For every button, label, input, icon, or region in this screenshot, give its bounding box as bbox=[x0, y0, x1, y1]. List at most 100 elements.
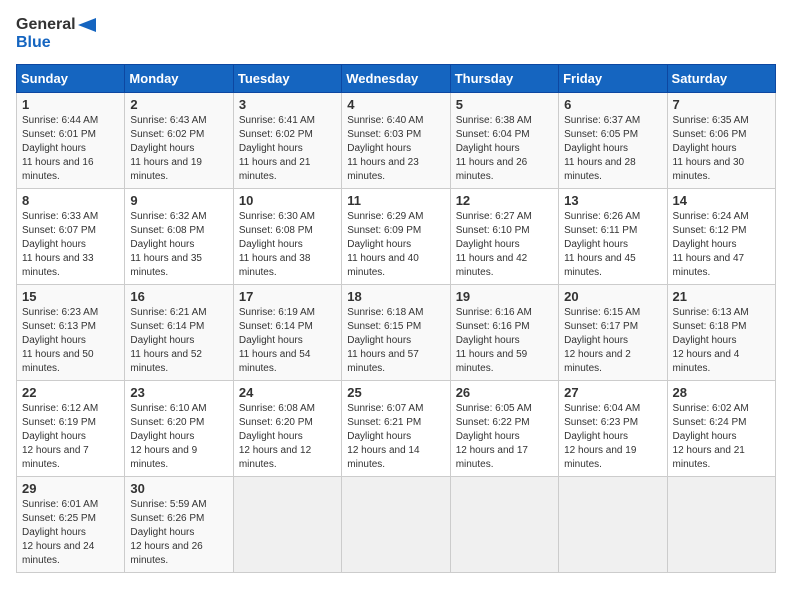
cell-content: Sunrise: 6:37 AMSunset: 6:05 PMDaylight … bbox=[564, 114, 661, 184]
day-number: 14 bbox=[673, 193, 770, 208]
cell-content: Sunrise: 6:43 AMSunset: 6:02 PMDaylight … bbox=[130, 114, 227, 184]
day-number: 3 bbox=[239, 97, 336, 112]
day-number: 28 bbox=[673, 385, 770, 400]
calendar-cell bbox=[342, 477, 450, 573]
calendar-cell: 7 Sunrise: 6:35 AMSunset: 6:06 PMDaylight… bbox=[667, 93, 775, 189]
day-header-friday: Friday bbox=[559, 65, 667, 93]
calendar-cell: 17Sunrise: 6:19 AMSunset: 6:14 PMDayligh… bbox=[233, 285, 341, 381]
cell-content: Sunrise: 6:27 AMSunset: 6:10 PMDaylight … bbox=[456, 210, 553, 280]
cell-content: Sunrise: 6:15 AMSunset: 6:17 PMDaylight … bbox=[564, 306, 661, 376]
calendar-table: SundayMondayTuesdayWednesdayThursdayFrid… bbox=[16, 64, 776, 573]
cell-content: Sunrise: 6:29 AMSunset: 6:09 PMDaylight … bbox=[347, 210, 444, 280]
logo-wrap: General Blue bbox=[16, 16, 96, 52]
logo-bird-icon bbox=[78, 18, 96, 32]
calendar-cell: 22Sunrise: 6:12 AMSunset: 6:19 PMDayligh… bbox=[17, 381, 125, 477]
calendar-week-3: 15 Sunrise: 6:23 AMSunset: 6:13 PMDayligh… bbox=[17, 285, 776, 381]
cell-content: Sunrise: 6:41 AMSunset: 6:02 PMDaylight … bbox=[239, 114, 336, 184]
day-number: 15 bbox=[22, 289, 119, 304]
day-header-thursday: Thursday bbox=[450, 65, 558, 93]
cell-content: Sunrise: 6:44 AMSunset: 6:01 PMDaylight … bbox=[22, 114, 119, 184]
calendar-cell: 16 Sunrise: 6:21 AMSunset: 6:14 PMDayligh… bbox=[125, 285, 233, 381]
day-number: 11 bbox=[347, 193, 444, 208]
cell-content: Sunrise: 6:07 AMSunset: 6:21 PMDaylight … bbox=[347, 402, 444, 472]
cell-content: Sunrise: 6:21 AMSunset: 6:14 PMDaylight … bbox=[130, 306, 227, 376]
day-number: 12 bbox=[456, 193, 553, 208]
calendar-cell bbox=[559, 477, 667, 573]
cell-content: Sunrise: 6:26 AMSunset: 6:11 PMDaylight … bbox=[564, 210, 661, 280]
day-number: 13 bbox=[564, 193, 661, 208]
day-number: 22 bbox=[22, 385, 119, 400]
calendar-cell: 12 Sunrise: 6:27 AMSunset: 6:10 PMDayligh… bbox=[450, 189, 558, 285]
day-number: 21 bbox=[673, 289, 770, 304]
cell-content: Sunrise: 6:02 AMSunset: 6:24 PMDaylight … bbox=[673, 402, 770, 472]
calendar-cell: 9Sunrise: 6:32 AMSunset: 6:08 PMDaylight… bbox=[125, 189, 233, 285]
cell-content: Sunrise: 5:59 AMSunset: 6:26 PMDaylight … bbox=[130, 498, 227, 568]
calendar-cell: 1 Sunrise: 6:44 AMSunset: 6:01 PMDaylight… bbox=[17, 93, 125, 189]
calendar-cell: 2 Sunrise: 6:43 AMSunset: 6:02 PMDaylight… bbox=[125, 93, 233, 189]
calendar-cell: 26 Sunrise: 6:05 AMSunset: 6:22 PMDayligh… bbox=[450, 381, 558, 477]
day-header-tuesday: Tuesday bbox=[233, 65, 341, 93]
day-number: 10 bbox=[239, 193, 336, 208]
day-number: 18 bbox=[347, 289, 444, 304]
calendar-cell bbox=[667, 477, 775, 573]
calendar-cell: 18Sunrise: 6:18 AMSunset: 6:15 PMDayligh… bbox=[342, 285, 450, 381]
day-number: 6 bbox=[564, 97, 661, 112]
calendar-cell: 11 Sunrise: 6:29 AMSunset: 6:09 PMDayligh… bbox=[342, 189, 450, 285]
day-number: 29 bbox=[22, 481, 119, 496]
calendar-cell: 13 Sunrise: 6:26 AMSunset: 6:11 PMDayligh… bbox=[559, 189, 667, 285]
cell-content: Sunrise: 6:24 AMSunset: 6:12 PMDaylight … bbox=[673, 210, 770, 280]
day-number: 26 bbox=[456, 385, 553, 400]
cell-content: Sunrise: 6:30 AMSunset: 6:08 PMDaylight … bbox=[239, 210, 336, 280]
calendar-cell: 20Sunrise: 6:15 AMSunset: 6:17 PMDayligh… bbox=[559, 285, 667, 381]
calendar-cell: 14 Sunrise: 6:24 AMSunset: 6:12 PMDayligh… bbox=[667, 189, 775, 285]
calendar-week-5: 29 Sunrise: 6:01 AMSunset: 6:25 PMDayligh… bbox=[17, 477, 776, 573]
day-number: 5 bbox=[456, 97, 553, 112]
day-number: 16 bbox=[130, 289, 227, 304]
day-header-sunday: Sunday bbox=[17, 65, 125, 93]
cell-content: Sunrise: 6:05 AMSunset: 6:22 PMDaylight … bbox=[456, 402, 553, 472]
logo: General Blue bbox=[16, 16, 96, 52]
calendar-cell: 25 Sunrise: 6:07 AMSunset: 6:21 PMDayligh… bbox=[342, 381, 450, 477]
calendar-cell: 15 Sunrise: 6:23 AMSunset: 6:13 PMDayligh… bbox=[17, 285, 125, 381]
logo-blue: Blue bbox=[16, 34, 51, 52]
cell-content: Sunrise: 6:19 AMSunset: 6:14 PMDaylight … bbox=[239, 306, 336, 376]
day-number: 27 bbox=[564, 385, 661, 400]
calendar-cell bbox=[233, 477, 341, 573]
calendar-cell: 5Sunrise: 6:38 AMSunset: 6:04 PMDaylight… bbox=[450, 93, 558, 189]
calendar-week-2: 8Sunrise: 6:33 AMSunset: 6:07 PMDaylight… bbox=[17, 189, 776, 285]
cell-content: Sunrise: 6:40 AMSunset: 6:03 PMDaylight … bbox=[347, 114, 444, 184]
calendar-cell bbox=[450, 477, 558, 573]
day-number: 8 bbox=[22, 193, 119, 208]
cell-content: Sunrise: 6:35 AMSunset: 6:06 PMDaylight … bbox=[673, 114, 770, 184]
cell-content: Sunrise: 6:23 AMSunset: 6:13 PMDaylight … bbox=[22, 306, 119, 376]
cell-content: Sunrise: 6:16 AMSunset: 6:16 PMDaylight … bbox=[456, 306, 553, 376]
day-number: 7 bbox=[673, 97, 770, 112]
day-number: 24 bbox=[239, 385, 336, 400]
logo-general: General bbox=[16, 16, 76, 34]
cell-content: Sunrise: 6:08 AMSunset: 6:20 PMDaylight … bbox=[239, 402, 336, 472]
calendar-cell: 4Sunrise: 6:40 AMSunset: 6:03 PMDaylight… bbox=[342, 93, 450, 189]
calendar-cell: 6 Sunrise: 6:37 AMSunset: 6:05 PMDaylight… bbox=[559, 93, 667, 189]
day-number: 30 bbox=[130, 481, 227, 496]
cell-content: Sunrise: 6:10 AMSunset: 6:20 PMDaylight … bbox=[130, 402, 227, 472]
day-header-monday: Monday bbox=[125, 65, 233, 93]
calendar-cell: 29 Sunrise: 6:01 AMSunset: 6:25 PMDayligh… bbox=[17, 477, 125, 573]
day-number: 19 bbox=[456, 289, 553, 304]
calendar-week-1: 1 Sunrise: 6:44 AMSunset: 6:01 PMDaylight… bbox=[17, 93, 776, 189]
day-number: 1 bbox=[22, 97, 119, 112]
calendar-cell: 21 Sunrise: 6:13 AMSunset: 6:18 PMDayligh… bbox=[667, 285, 775, 381]
day-header-saturday: Saturday bbox=[667, 65, 775, 93]
cell-content: Sunrise: 6:04 AMSunset: 6:23 PMDaylight … bbox=[564, 402, 661, 472]
cell-content: Sunrise: 6:01 AMSunset: 6:25 PMDaylight … bbox=[22, 498, 119, 568]
cell-content: Sunrise: 6:13 AMSunset: 6:18 PMDaylight … bbox=[673, 306, 770, 376]
calendar-cell: 19 Sunrise: 6:16 AMSunset: 6:16 PMDayligh… bbox=[450, 285, 558, 381]
day-number: 2 bbox=[130, 97, 227, 112]
calendar-cell: 23 Sunrise: 6:10 AMSunset: 6:20 PMDayligh… bbox=[125, 381, 233, 477]
calendar-cell: 24 Sunrise: 6:08 AMSunset: 6:20 PMDayligh… bbox=[233, 381, 341, 477]
day-number: 9 bbox=[130, 193, 227, 208]
calendar-cell: 28 Sunrise: 6:02 AMSunset: 6:24 PMDayligh… bbox=[667, 381, 775, 477]
day-number: 25 bbox=[347, 385, 444, 400]
day-number: 23 bbox=[130, 385, 227, 400]
calendar-header-row: SundayMondayTuesdayWednesdayThursdayFrid… bbox=[17, 65, 776, 93]
calendar-week-4: 22Sunrise: 6:12 AMSunset: 6:19 PMDayligh… bbox=[17, 381, 776, 477]
